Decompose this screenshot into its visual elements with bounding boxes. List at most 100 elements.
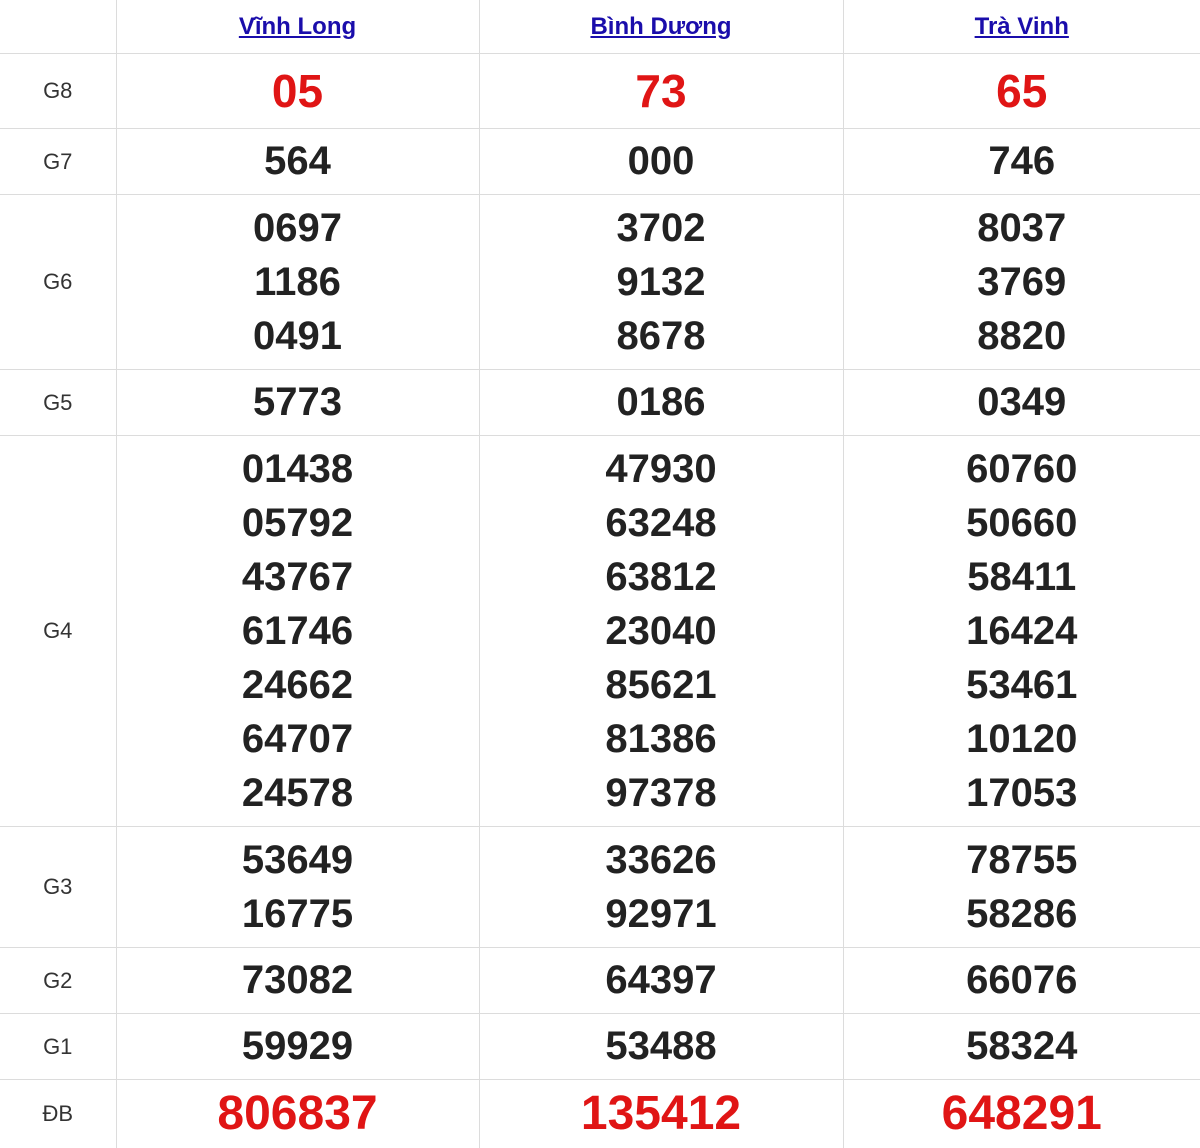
prize-number: 64707 xyxy=(117,712,479,766)
prize-cell: 64397 xyxy=(479,948,843,1014)
prize-row: G401438057924376761746246626470724578479… xyxy=(0,436,1200,827)
prize-label: G5 xyxy=(0,370,116,436)
prize-number: 05 xyxy=(117,54,479,128)
prize-number: 1186 xyxy=(117,255,479,309)
prize-label: G1 xyxy=(0,1014,116,1080)
prize-cell: 370291328678 xyxy=(479,195,843,370)
prize-number: 73082 xyxy=(117,948,479,1013)
prize-number: 24662 xyxy=(117,658,479,712)
prize-number: 78755 xyxy=(844,833,1200,887)
province-link-binh-duong[interactable]: Bình Dương xyxy=(590,13,731,40)
prize-cell: 806837 xyxy=(116,1080,479,1148)
prize-number: 0186 xyxy=(480,370,843,435)
prize-cell: 5773 xyxy=(116,370,479,436)
prize-number: 3702 xyxy=(480,201,843,255)
prize-row: ĐB806837135412648291 xyxy=(0,1080,1200,1148)
prize-cell: 65 xyxy=(843,54,1200,129)
prize-number: 61746 xyxy=(117,604,479,658)
prize-number: 16424 xyxy=(844,604,1200,658)
province-link-vinh-long[interactable]: Vĩnh Long xyxy=(239,13,356,40)
prize-row: G7564000746 xyxy=(0,129,1200,195)
prize-cell: 53488 xyxy=(479,1014,843,1080)
prize-cell: 069711860491 xyxy=(116,195,479,370)
prize-label: G8 xyxy=(0,54,116,129)
prize-number: 0491 xyxy=(117,309,479,363)
prize-number: 24578 xyxy=(117,766,479,820)
header-empty-cell xyxy=(0,0,116,54)
prize-cell: 0349 xyxy=(843,370,1200,436)
prize-cell: 47930632486381223040856218138697378 xyxy=(479,436,843,827)
prize-cell: 01438057924376761746246626470724578 xyxy=(116,436,479,827)
prize-number: 23040 xyxy=(480,604,843,658)
prize-number: 60760 xyxy=(844,442,1200,496)
prize-row: G1599295348858324 xyxy=(0,1014,1200,1080)
prize-label: G4 xyxy=(0,436,116,827)
prize-cell: 000 xyxy=(479,129,843,195)
prize-number: 01438 xyxy=(117,442,479,496)
prize-row: G2730826439766076 xyxy=(0,948,1200,1014)
prize-number: 50660 xyxy=(844,496,1200,550)
prize-number: 64397 xyxy=(480,948,843,1013)
prize-number: 65 xyxy=(844,54,1200,128)
prize-label: G3 xyxy=(0,827,116,948)
prize-number: 648291 xyxy=(844,1080,1200,1148)
lottery-results-table: Vĩnh Long Bình Dương Trà Vinh G8057365G7… xyxy=(0,0,1200,1148)
prize-cell: 746 xyxy=(843,129,1200,195)
prize-number: 05792 xyxy=(117,496,479,550)
prize-number: 8678 xyxy=(480,309,843,363)
prize-number: 53461 xyxy=(844,658,1200,712)
prize-cell: 7875558286 xyxy=(843,827,1200,948)
header-row: Vĩnh Long Bình Dương Trà Vinh xyxy=(0,0,1200,54)
prize-cell: 648291 xyxy=(843,1080,1200,1148)
prize-cell: 135412 xyxy=(479,1080,843,1148)
prize-cell: 0186 xyxy=(479,370,843,436)
prize-cell: 73 xyxy=(479,54,843,129)
prize-number: 47930 xyxy=(480,442,843,496)
prize-number: 58324 xyxy=(844,1014,1200,1079)
prize-number: 85621 xyxy=(480,658,843,712)
prize-row: G8057365 xyxy=(0,54,1200,129)
prize-cell: 58324 xyxy=(843,1014,1200,1080)
prize-number: 73 xyxy=(480,54,843,128)
prize-label: G7 xyxy=(0,129,116,195)
province-link-tra-vinh[interactable]: Trà Vinh xyxy=(975,13,1069,40)
prize-number: 53649 xyxy=(117,833,479,887)
prize-label: G6 xyxy=(0,195,116,370)
prize-number: 63248 xyxy=(480,496,843,550)
prize-number: 000 xyxy=(480,129,843,194)
prize-number: 806837 xyxy=(117,1080,479,1148)
prize-number: 9132 xyxy=(480,255,843,309)
province-header: Trà Vinh xyxy=(843,0,1200,54)
province-header: Bình Dương xyxy=(479,0,843,54)
prize-number: 58411 xyxy=(844,550,1200,604)
prize-number: 66076 xyxy=(844,948,1200,1013)
prize-cell: 66076 xyxy=(843,948,1200,1014)
prize-number: 5773 xyxy=(117,370,479,435)
prize-number: 0697 xyxy=(117,201,479,255)
prize-number: 8820 xyxy=(844,309,1200,363)
prize-number: 33626 xyxy=(480,833,843,887)
prize-number: 3769 xyxy=(844,255,1200,309)
prize-cell: 564 xyxy=(116,129,479,195)
prize-cell: 73082 xyxy=(116,948,479,1014)
prize-row: G3536491677533626929717875558286 xyxy=(0,827,1200,948)
prize-cell: 60760506605841116424534611012017053 xyxy=(843,436,1200,827)
prize-number: 81386 xyxy=(480,712,843,766)
prize-label: ĐB xyxy=(0,1080,116,1148)
prize-number: 63812 xyxy=(480,550,843,604)
prize-number: 564 xyxy=(117,129,479,194)
prize-number: 97378 xyxy=(480,766,843,820)
prize-cell: 5364916775 xyxy=(116,827,479,948)
prize-number: 8037 xyxy=(844,201,1200,255)
prize-number: 0349 xyxy=(844,370,1200,435)
prize-cell: 05 xyxy=(116,54,479,129)
prize-number: 43767 xyxy=(117,550,479,604)
prize-row: G6069711860491370291328678803737698820 xyxy=(0,195,1200,370)
prize-number: 92971 xyxy=(480,887,843,941)
prize-number: 135412 xyxy=(480,1080,843,1148)
prize-number: 58286 xyxy=(844,887,1200,941)
prize-number: 53488 xyxy=(480,1014,843,1079)
prize-label: G2 xyxy=(0,948,116,1014)
prize-row: G5577301860349 xyxy=(0,370,1200,436)
prize-number: 17053 xyxy=(844,766,1200,820)
